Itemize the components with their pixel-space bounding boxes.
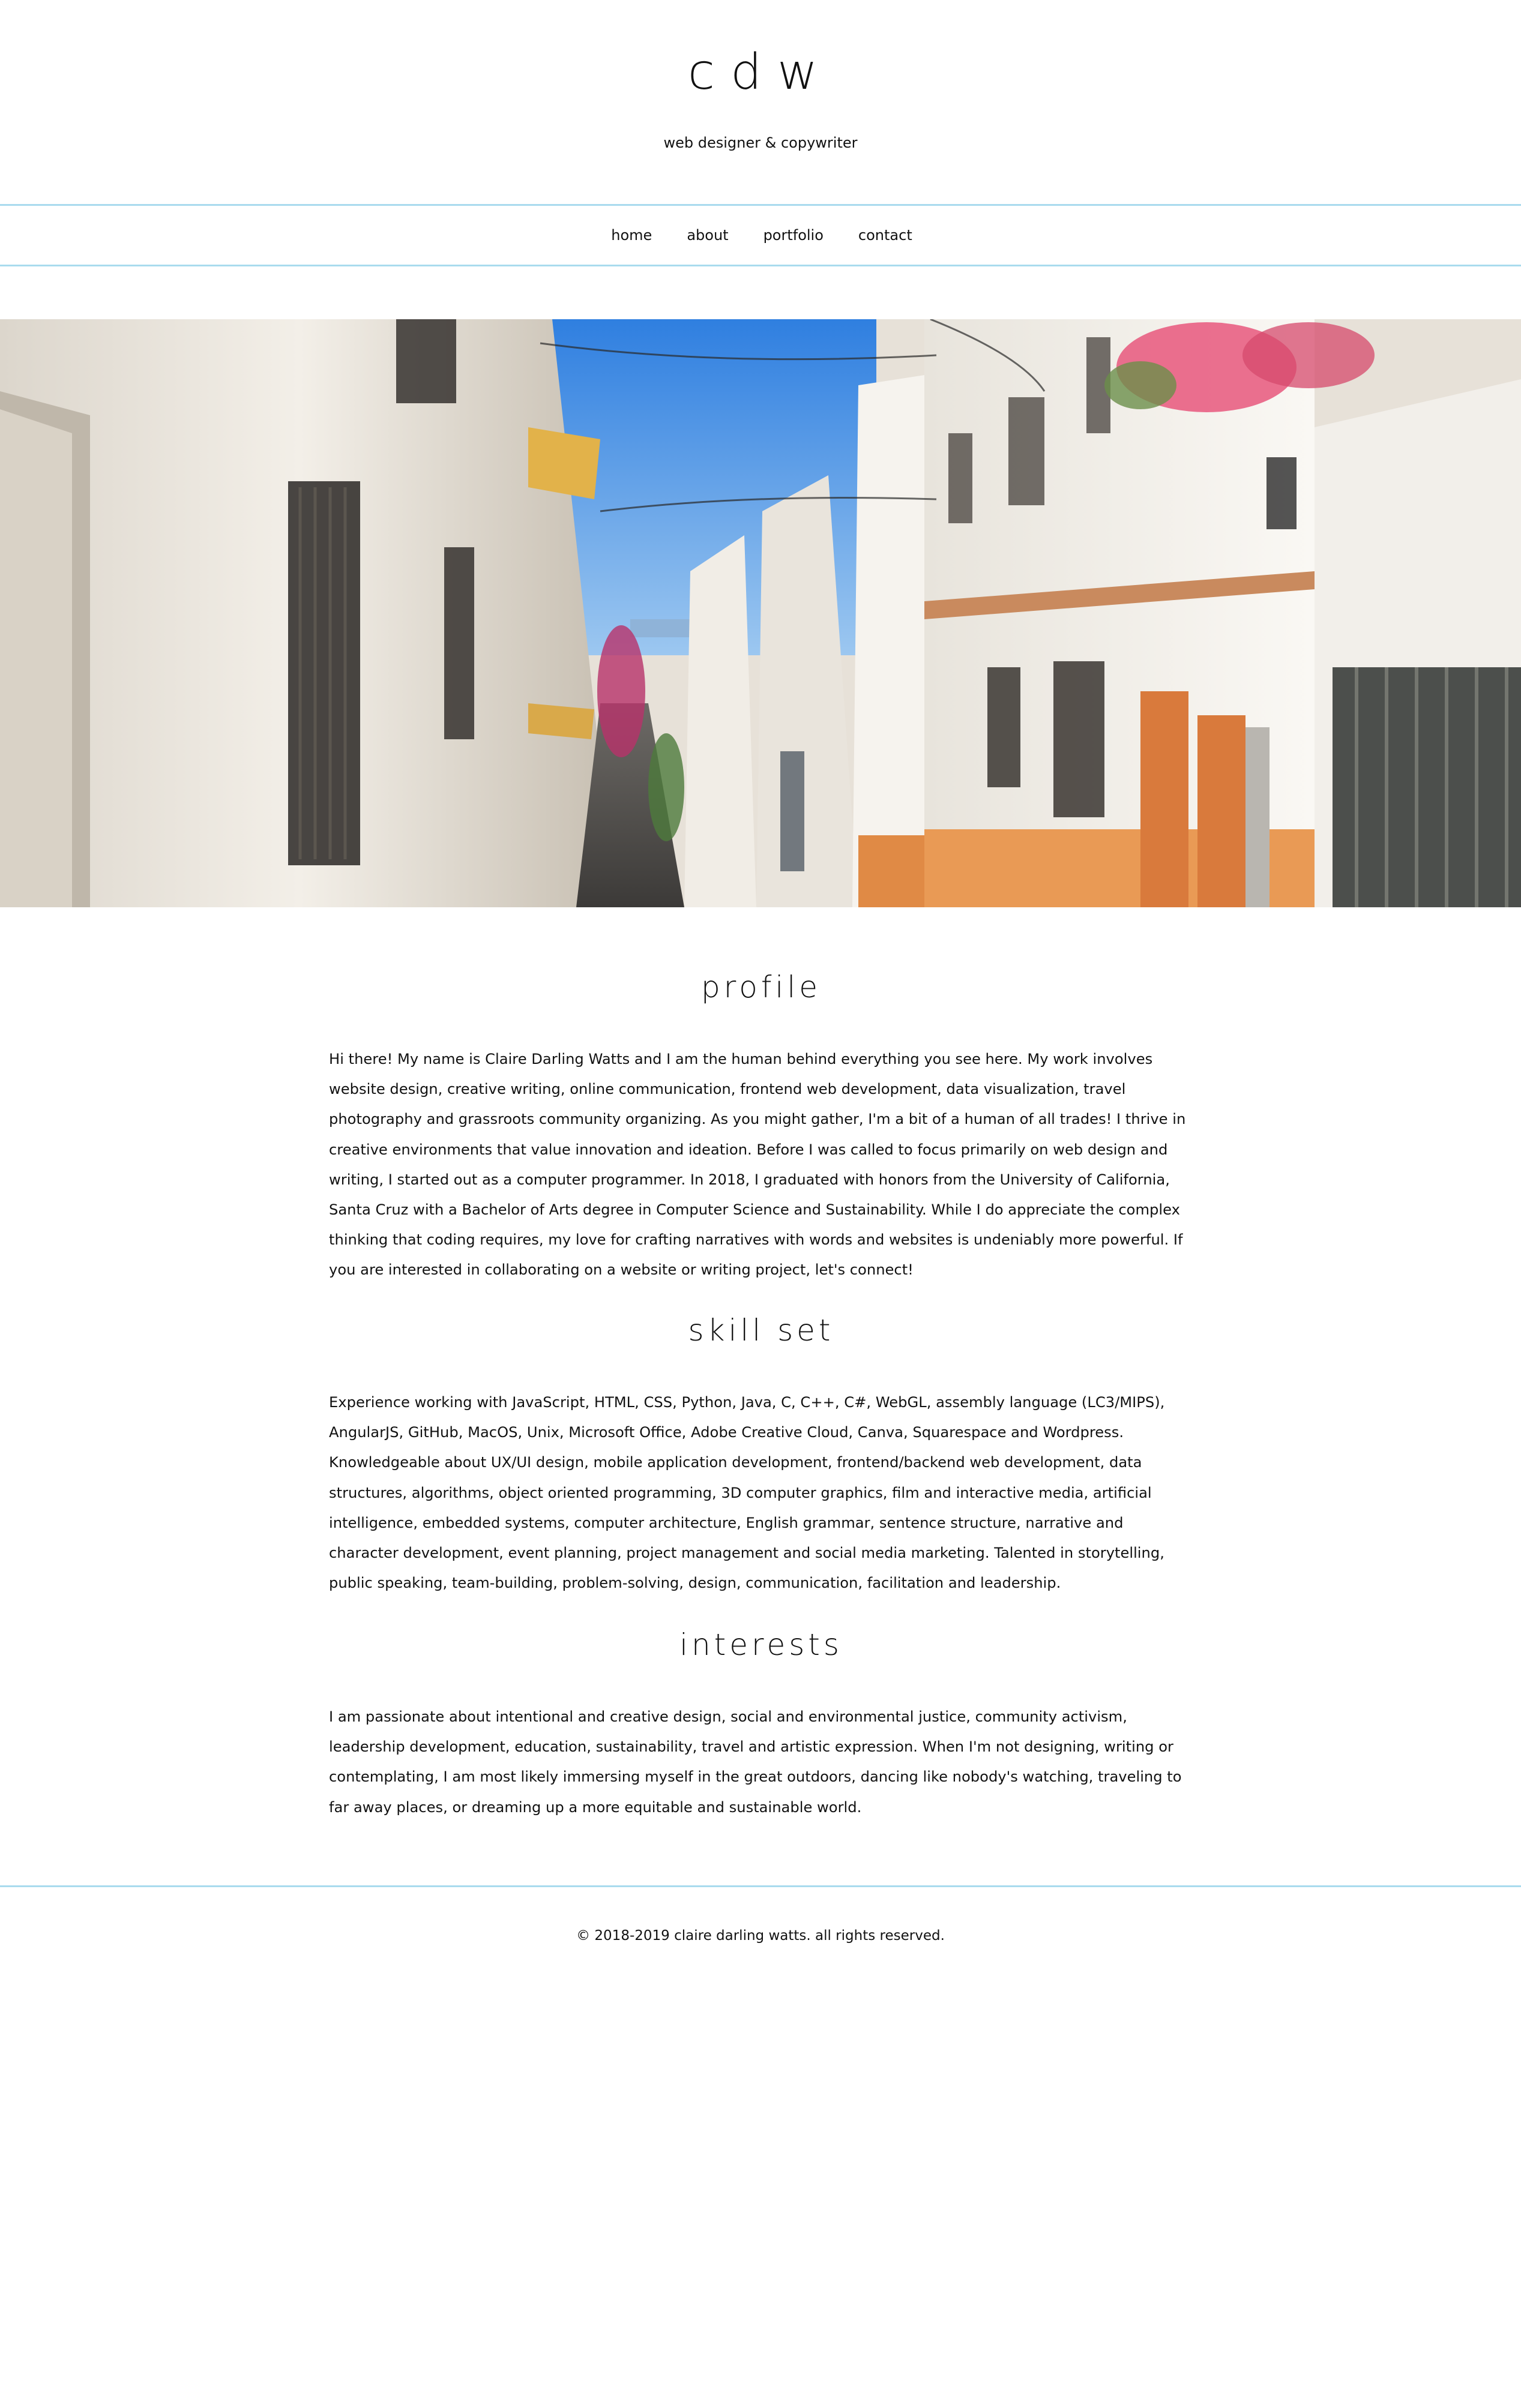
nav-item-contact[interactable]: contact bbox=[858, 227, 912, 244]
interests-text: I am passionate about intentional and cr… bbox=[329, 1708, 1182, 1816]
skill-set-text: Experience working with JavaScript, HTML… bbox=[329, 1394, 1165, 1592]
interests-heading: interests bbox=[679, 1627, 843, 1662]
nav-item-home[interactable]: home bbox=[611, 227, 652, 244]
site-tagline: web designer & copywriter bbox=[663, 134, 858, 151]
main-nav: home about portfolio contact bbox=[0, 204, 1521, 266]
site-footer: © 2018-2019 claire darling watts. all ri… bbox=[0, 1885, 1521, 1971]
street-scene-image bbox=[0, 319, 1521, 907]
nav-item-about[interactable]: about bbox=[687, 227, 728, 244]
nav-item-portfolio[interactable]: portfolio bbox=[764, 227, 824, 244]
site-logo[interactable]: cdw bbox=[0, 40, 1521, 106]
profile-heading: profile bbox=[701, 970, 821, 1004]
copyright-text: © 2018-2019 claire darling watts. all ri… bbox=[576, 1928, 945, 1944]
site-header: cdw web designer & copywriter bbox=[0, 0, 1521, 204]
hero-photo bbox=[0, 319, 1521, 907]
nav-list: home about portfolio contact bbox=[2, 206, 1521, 265]
profile-text: Hi there! My name is Claire Darling Watt… bbox=[329, 1051, 1186, 1279]
skill-set-heading: skill set bbox=[688, 1313, 834, 1348]
